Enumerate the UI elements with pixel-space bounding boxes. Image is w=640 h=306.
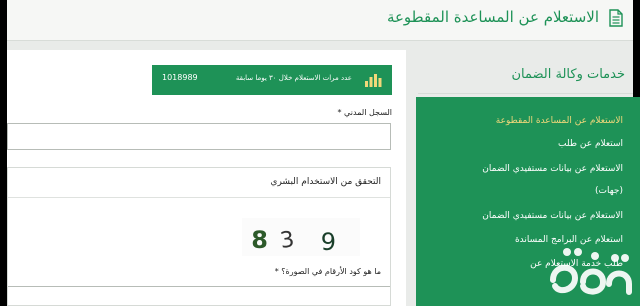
screen: الاستعلام عن المساعدة المقطوعة عدد مرات … <box>0 0 640 306</box>
svg-text:2: 2 <box>242 222 244 250</box>
captcha-divider <box>8 197 390 198</box>
query-count-label: عدد مرات الاستعلام خلال ٣٠ يوما سابقة <box>235 74 352 82</box>
sidebar-item-request-inquiry[interactable]: استعلام عن طلب <box>558 135 623 153</box>
civil-id-label: السجل المدني * <box>337 108 392 117</box>
sidebar-heading-divider <box>418 93 633 94</box>
sidebar-item-beneficiary-data-agencies[interactable]: الاستعلام عن بيانات مستفيدي الضمان <box>482 160 623 178</box>
svg-text:8: 8 <box>251 226 268 254</box>
query-count-value: 1018989 <box>162 73 198 82</box>
bar-chart-icon <box>365 74 382 87</box>
query-count-banner: عدد مرات الاستعلام خلال ٣٠ يوما سابقة 10… <box>152 65 392 95</box>
svg-text:3: 3 <box>279 227 296 254</box>
sidebar-item-beneficiary-data[interactable]: الاستعلام عن بيانات مستفيدي الضمان <box>482 207 623 225</box>
document-icon <box>609 9 623 27</box>
watermark-logo <box>550 248 632 295</box>
captcha-question: ما هو كود الأرقام في الصورة؟ * <box>274 267 381 276</box>
svg-text:9: 9 <box>321 228 336 256</box>
sidebar-item-agencies-suffix[interactable]: (جهات) <box>595 182 623 200</box>
civil-id-input[interactable] <box>7 123 391 150</box>
left-letterbox <box>0 0 7 306</box>
captcha-image: 2 8 3 9 <box>242 218 360 256</box>
captcha-answer-input[interactable] <box>8 286 390 306</box>
page-title: الاستعلام عن المساعدة المقطوعة <box>386 8 599 26</box>
sidebar-item-lump-sum-inquiry[interactable]: الاستعلام عن المساعدة المقطوعة <box>496 112 623 130</box>
page-header: الاستعلام عن المساعدة المقطوعة <box>7 0 633 41</box>
captcha-title: التحقق من الاستخدام البشري <box>270 177 381 187</box>
captcha-section: التحقق من الاستخدام البشري 2 8 3 9 ما هو… <box>7 167 391 306</box>
sidebar-heading: خدمات وكالة الضمان <box>511 67 625 82</box>
